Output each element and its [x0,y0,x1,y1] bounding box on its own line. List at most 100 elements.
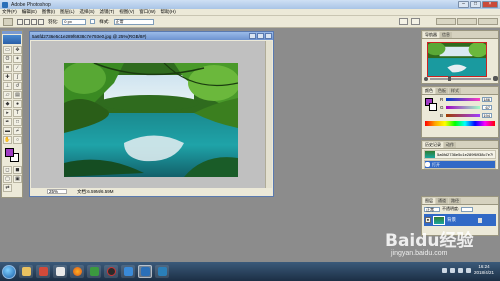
tool-preset-picker[interactable] [3,17,13,26]
intersect-selection-icon[interactable] [38,18,44,25]
color-b-slider[interactable] [446,113,480,117]
palette-well-tab-3[interactable] [478,18,498,25]
quick-mask-mode-icon[interactable]: ◼ [13,166,22,174]
eyedropper-tool-icon[interactable]: ⌿ [13,127,22,135]
tray-icon-1[interactable] [441,267,447,273]
taskbar-explorer[interactable] [19,265,33,278]
history-snapshot-row[interactable]: 5a6fd2736e5c1e289f6938c7e793e0.jpg [424,150,496,159]
volume-icon[interactable] [465,267,471,273]
clock[interactable]: 16:24 2018/4/21 [474,264,494,276]
magic-wand-tool-icon[interactable]: ✶ [13,55,22,63]
file-browser-icon[interactable] [399,18,408,25]
hand-tool-icon[interactable]: ✋ [3,136,12,144]
palette-well-tab-2[interactable] [457,18,477,25]
path-selection-tool-icon[interactable]: ▸ [3,109,12,117]
taskbar-media[interactable] [104,265,118,278]
notes-tool-icon[interactable]: ▬ [3,127,12,135]
type-tool-icon[interactable]: T [13,109,22,117]
lasso-tool-icon[interactable]: ʘ [3,55,12,63]
layer-row-background[interactable]: ● 背景 [424,214,496,226]
tab-swatches[interactable]: 色板 [436,88,448,94]
dodge-tool-icon[interactable]: ● [13,100,22,108]
eraser-tool-icon[interactable]: ▱ [3,91,12,99]
tab-navigator[interactable]: 导航器 [423,32,439,38]
menu-help[interactable]: 帮助(H) [161,9,176,15]
zoom-level[interactable]: 25% [47,189,67,194]
tray-icon-2[interactable] [449,267,455,273]
zoom-in-icon[interactable] [493,76,498,81]
history-state-row[interactable]: 打开 [424,160,496,169]
gradient-tool-icon[interactable]: ▤ [13,91,22,99]
toggle-palettes-icon[interactable] [411,18,420,25]
palette-well-tab-1[interactable] [436,18,456,25]
tab-styles[interactable]: 样式 [449,88,461,94]
network-icon[interactable] [457,267,463,273]
screen-mode-full-icon[interactable]: ▣ [13,175,22,183]
maximize-button[interactable]: □ [470,1,481,8]
crop-tool-icon[interactable]: ⌗ [3,64,12,72]
menu-window[interactable]: 窗口(W) [139,9,155,15]
start-button[interactable] [2,264,16,279]
color-g-input[interactable]: 67 [482,104,492,110]
tab-paths[interactable]: 路径 [449,198,461,204]
opacity-input[interactable] [461,206,474,212]
new-selection-icon[interactable] [17,18,23,25]
jump-to-imageready-icon[interactable]: ⇄ [3,184,12,192]
taskbar-app-red[interactable] [36,265,50,278]
tab-channels[interactable]: 通道 [436,198,448,204]
marquee-tool-icon[interactable]: ▭ [3,46,12,54]
blur-tool-icon[interactable]: ◆ [3,100,12,108]
menu-select[interactable]: 选择(S) [80,9,95,15]
menu-layer[interactable]: 图层(L) [60,9,75,15]
tab-color[interactable]: 颜色 [423,88,435,94]
add-selection-icon[interactable] [24,18,30,25]
color-g-slider[interactable] [446,105,480,109]
doc-maximize-button[interactable] [257,33,264,39]
navigator-thumbnail[interactable] [427,42,487,77]
tab-history[interactable]: 历史记录 [423,142,443,148]
taskbar-app-doc[interactable] [53,265,67,278]
history-brush-tool-icon[interactable]: ↺ [13,82,22,90]
healing-brush-tool-icon[interactable]: ✚ [3,73,12,81]
color-r-input[interactable]: 186 [482,96,492,102]
color-spectrum-bar[interactable] [425,121,495,126]
document-title-bar[interactable]: 5a6fd2736e5c1e289f6938c7e793e0.jpg @ 25%… [30,32,273,40]
close-button[interactable]: × [482,1,498,8]
tab-actions[interactable]: 动作 [444,142,456,148]
doc-close-button[interactable] [265,33,272,39]
taskbar-app-green[interactable] [87,265,101,278]
taskbar-photoshop[interactable] [138,265,152,278]
document-vertical-scrollbar[interactable] [265,41,272,188]
screen-mode-standard-icon[interactable]: ▢ [3,175,12,183]
color-panel-background-swatch[interactable] [429,103,437,111]
standard-mode-icon[interactable]: ◻ [3,166,12,174]
brush-tool-icon[interactable]: ∫ [13,73,22,81]
zoom-out-icon[interactable] [424,76,428,81]
color-r-slider[interactable] [446,97,480,101]
eye-icon[interactable]: ● [425,217,431,223]
tab-info[interactable]: 信息 [440,32,452,38]
canvas-area[interactable] [31,41,266,188]
style-select[interactable]: 正常 [113,18,154,25]
blend-mode-select[interactable]: 正常 [424,206,440,212]
menu-edit[interactable]: 编辑(E) [22,9,37,15]
foreground-color-swatch[interactable] [5,148,14,157]
menu-filter[interactable]: 滤镜(T) [100,9,115,15]
slice-tool-icon[interactable]: ∕ [13,64,22,72]
navigator-zoom-knob[interactable] [448,75,452,81]
color-b-input[interactable]: 194 [482,112,492,118]
taskbar-firefox[interactable] [70,265,84,278]
taskbar-app-feather[interactable] [155,265,169,278]
menu-file[interactable]: 文件(F) [2,9,17,15]
menu-view[interactable]: 视图(V) [119,9,134,15]
taskbar-app-blue[interactable] [121,265,135,278]
minimize-button[interactable]: – [458,1,469,8]
feather-input[interactable]: 0 px [62,18,87,25]
antialias-checkbox[interactable] [90,19,96,24]
pen-tool-icon[interactable]: ✒ [3,118,12,126]
navigator-zoom-slider[interactable] [430,75,491,81]
subtract-selection-icon[interactable] [31,18,37,25]
move-tool-icon[interactable]: ✥ [13,46,22,54]
doc-minimize-button[interactable] [249,33,256,39]
zoom-tool-icon[interactable]: ○ [13,136,22,144]
